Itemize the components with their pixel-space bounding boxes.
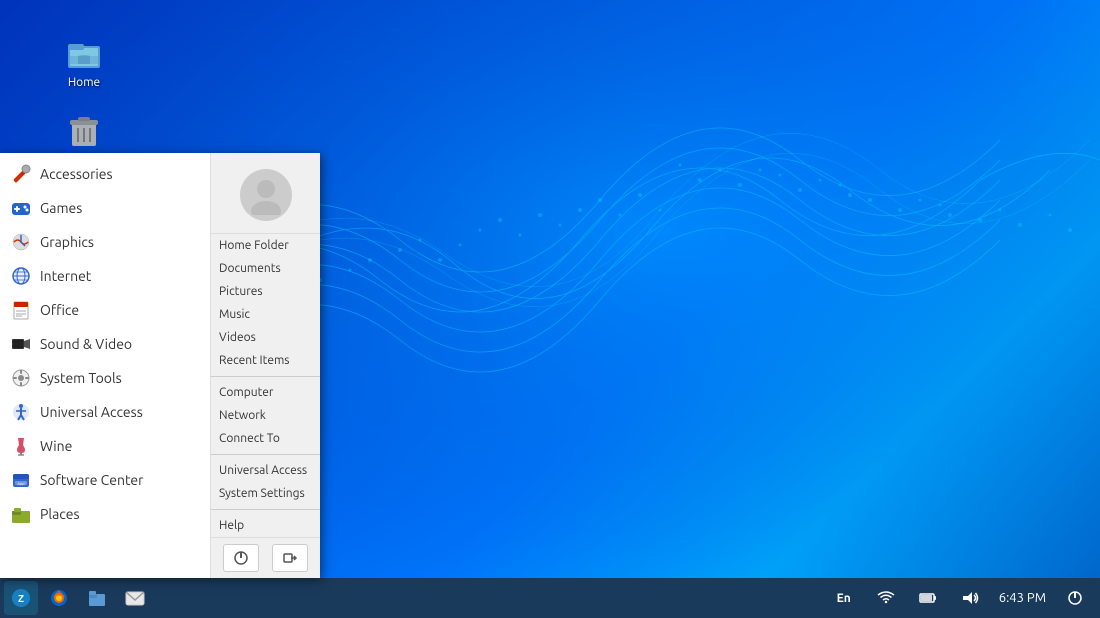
- internet-icon: [10, 265, 32, 287]
- mail-button[interactable]: [118, 581, 152, 615]
- svg-text:Z: Z: [18, 593, 24, 604]
- keyboard-label: En: [837, 592, 851, 605]
- right-item-universal-access[interactable]: Universal Access: [211, 459, 320, 482]
- menu-item-software-center[interactable]: App Software Center: [0, 463, 210, 497]
- battery-indicator[interactable]: [911, 581, 945, 615]
- firefox-button[interactable]: [42, 581, 76, 615]
- menu-item-accessories[interactable]: Accessories: [0, 157, 210, 191]
- menu-bottom-bar: [211, 537, 320, 578]
- menu-item-system-tools[interactable]: System Tools: [0, 361, 210, 395]
- universal-access-label: Universal Access: [40, 404, 143, 420]
- system-tools-icon: [10, 367, 32, 389]
- right-item-system-settings[interactable]: System Settings: [211, 482, 320, 505]
- taskbar: Z: [0, 578, 1100, 618]
- menu-divider-3: [211, 509, 320, 510]
- zorin-menu-button[interactable]: Z: [4, 581, 38, 615]
- logout-button[interactable]: [272, 544, 308, 572]
- right-item-pictures[interactable]: Pictures: [211, 280, 320, 303]
- accessories-icon: [10, 163, 32, 185]
- user-section: [211, 153, 320, 234]
- desktop-icon-home[interactable]: Home: [44, 20, 124, 93]
- menu-item-graphics[interactable]: Graphics: [0, 225, 210, 259]
- user-avatar: [240, 169, 292, 221]
- power-indicator[interactable]: [1058, 581, 1092, 615]
- software-center-label: Software Center: [40, 472, 143, 488]
- menu-item-universal-access[interactable]: Universal Access: [0, 395, 210, 429]
- files-button[interactable]: [80, 581, 114, 615]
- menu-item-sound-video[interactable]: Sound & Video: [0, 327, 210, 361]
- wine-label: Wine: [40, 438, 72, 454]
- volume-indicator[interactable]: [953, 581, 987, 615]
- right-item-videos[interactable]: Videos: [211, 326, 320, 349]
- menu-left-panel: Accessories Games: [0, 153, 210, 578]
- trash-icon: [60, 104, 108, 152]
- graphics-icon: [10, 231, 32, 253]
- svg-text:App: App: [17, 481, 25, 486]
- menu-divider-1: [211, 376, 320, 377]
- games-icon: [10, 197, 32, 219]
- office-label: Office: [40, 302, 79, 318]
- places-label: Places: [40, 506, 80, 522]
- menu-item-wine[interactable]: Wine: [0, 429, 210, 463]
- menu-item-office[interactable]: Office: [0, 293, 210, 327]
- menu-item-places[interactable]: Places: [0, 497, 210, 531]
- home-icon-label: Home: [68, 76, 100, 89]
- wifi-indicator[interactable]: [869, 581, 903, 615]
- right-item-home-folder[interactable]: Home Folder: [211, 234, 320, 257]
- software-center-icon: App: [10, 469, 32, 491]
- taskbar-left: Z: [0, 581, 156, 615]
- right-item-recent-items[interactable]: Recent Items: [211, 349, 320, 372]
- taskbar-right: En 6:43 P: [819, 581, 1100, 615]
- universal-access-icon: [10, 401, 32, 423]
- sound-video-icon: [10, 333, 32, 355]
- internet-label: Internet: [40, 268, 91, 284]
- right-item-documents[interactable]: Documents: [211, 257, 320, 280]
- keyboard-layout-indicator[interactable]: En: [827, 581, 861, 615]
- menu-item-internet[interactable]: Internet: [0, 259, 210, 293]
- right-item-connect-to[interactable]: Connect To: [211, 427, 320, 450]
- system-tools-label: System Tools: [40, 370, 122, 386]
- clock: 6:43 PM: [999, 591, 1046, 605]
- menu-right-panel: Home Folder Documents Pictures Music Vid…: [210, 153, 320, 578]
- menu-item-games[interactable]: Games: [0, 191, 210, 225]
- accessories-label: Accessories: [40, 166, 113, 182]
- right-item-music[interactable]: Music: [211, 303, 320, 326]
- wine-icon: [10, 435, 32, 457]
- right-item-computer[interactable]: Computer: [211, 381, 320, 404]
- right-item-network[interactable]: Network: [211, 404, 320, 427]
- office-icon: [10, 299, 32, 321]
- places-icon: [10, 503, 32, 525]
- graphics-label: Graphics: [40, 234, 94, 250]
- home-folder-icon: [60, 24, 108, 72]
- games-label: Games: [40, 200, 82, 216]
- places-list: Home Folder Documents Pictures Music Vid…: [211, 234, 320, 537]
- menu-divider-2: [211, 454, 320, 455]
- right-item-help[interactable]: Help: [211, 514, 320, 537]
- start-menu: Accessories Games: [0, 153, 320, 578]
- sound-video-label: Sound & Video: [40, 336, 132, 352]
- power-button[interactable]: [223, 544, 259, 572]
